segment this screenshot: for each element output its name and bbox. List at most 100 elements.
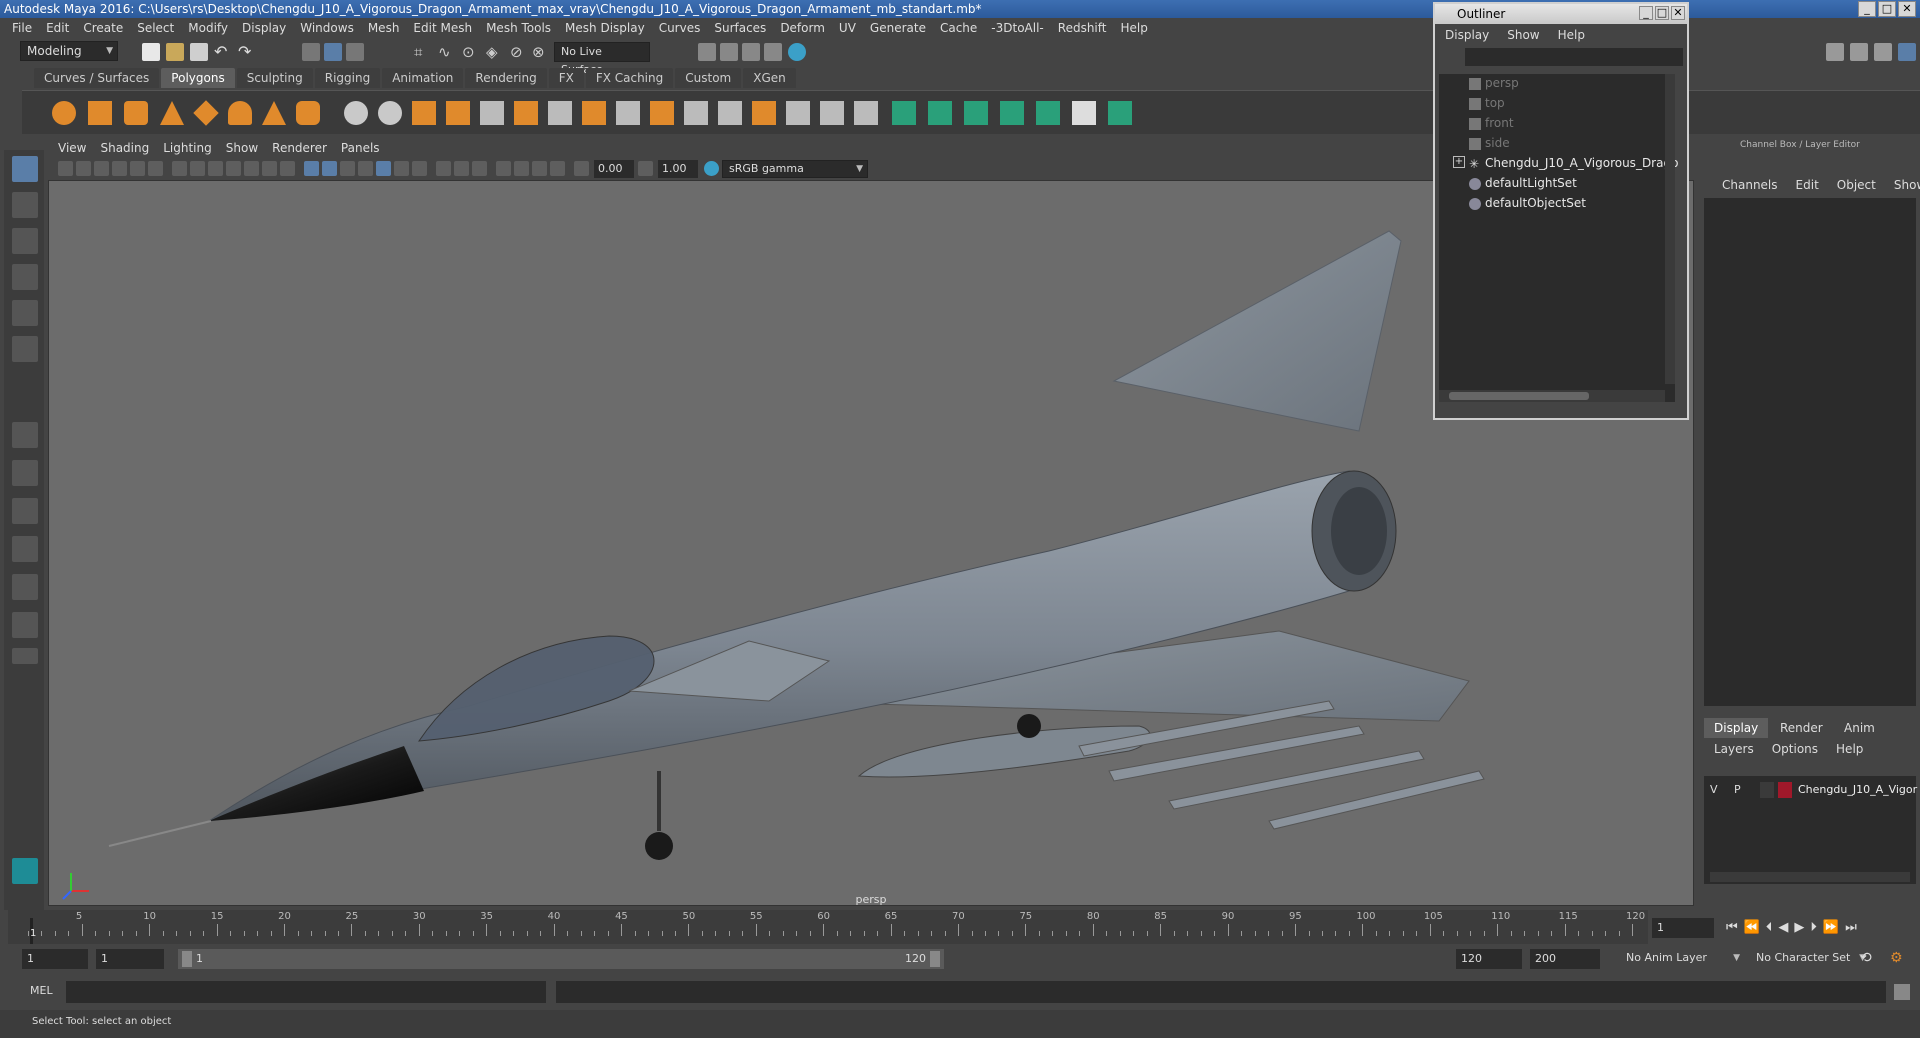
exposure-icon[interactable] <box>574 161 589 176</box>
outliner-item-front[interactable]: front <box>1485 114 1514 132</box>
ambient-occlusion-icon[interactable] <box>412 161 427 176</box>
layer-scrollbar[interactable] <box>1710 872 1910 882</box>
menu-generate[interactable]: Generate <box>870 21 926 35</box>
outliner-search-input[interactable] <box>1465 48 1683 66</box>
xray-icon[interactable] <box>514 161 529 176</box>
play-backwards-icon[interactable]: ◀ <box>1778 920 1788 935</box>
channel-list[interactable] <box>1704 198 1916 706</box>
append-polygon-icon[interactable] <box>582 101 606 125</box>
insert-edge-loop-icon[interactable] <box>650 101 674 125</box>
mirror-icon[interactable] <box>412 101 436 125</box>
range-end-handle[interactable] <box>930 951 940 967</box>
tab-polygons[interactable]: Polygons <box>161 68 235 88</box>
outliner-item-model[interactable]: Chengdu_J10_A_Vigorous_Drago <box>1485 154 1678 172</box>
animation-preferences-icon[interactable]: ⚙ <box>1890 950 1903 966</box>
four-pane-layout-icon[interactable] <box>12 460 38 486</box>
layer-reference-toggle[interactable] <box>1760 782 1774 798</box>
step-back-frame-icon[interactable]: ⏴ <box>1766 920 1773 935</box>
outliner-minimize-button[interactable]: _ <box>1639 6 1653 20</box>
render-view-icon[interactable] <box>788 43 806 61</box>
tab-xgen[interactable]: XGen <box>743 68 796 88</box>
redo-icon[interactable]: ↷ <box>238 43 256 61</box>
extrude-icon[interactable] <box>514 101 538 125</box>
tab-sculpting[interactable]: Sculpting <box>236 68 313 88</box>
layer-visibility-toggle[interactable]: V <box>1710 782 1724 798</box>
outliner-menu-help[interactable]: Help <box>1558 28 1585 42</box>
exposure-field[interactable]: 0.00 <box>594 160 634 178</box>
grid-icon[interactable] <box>172 161 187 176</box>
snap-surface-icon[interactable]: ⊘ <box>510 43 528 61</box>
isolate-select-icon[interactable] <box>496 161 511 176</box>
character-set-dropdown[interactable]: No Character Set ▼ <box>1750 949 1870 969</box>
smooth-shade-icon[interactable] <box>322 161 337 176</box>
outliner-item-top[interactable]: top <box>1485 94 1505 112</box>
image-plane-icon[interactable] <box>112 161 127 176</box>
poly-cube-icon[interactable] <box>88 101 112 125</box>
mode-dropdown[interactable]: Modeling ▼ <box>20 41 118 61</box>
menu-select[interactable]: Select <box>137 21 174 35</box>
poly-torus-icon[interactable] <box>228 101 252 125</box>
checker-icon[interactable] <box>1072 101 1096 125</box>
tab-fx[interactable]: FX <box>548 68 584 88</box>
scale-tool-icon[interactable] <box>12 336 38 362</box>
menu-curves[interactable]: Curves <box>659 21 701 35</box>
cb-menu-edit[interactable]: Edit <box>1796 178 1819 192</box>
graph-layout-icon[interactable] <box>12 574 38 600</box>
vp-menu-lighting[interactable]: Lighting <box>163 141 212 155</box>
play-forwards-icon[interactable]: ▶ <box>1794 920 1804 935</box>
layer-menu-layers[interactable]: Layers <box>1714 742 1754 756</box>
wireframe-on-shaded-icon[interactable] <box>340 161 355 176</box>
cb-menu-channels[interactable]: Channels <box>1722 178 1778 192</box>
poly-cone-icon[interactable] <box>160 101 184 125</box>
motion-blur-icon[interactable] <box>436 161 451 176</box>
green-script-4-icon[interactable] <box>1000 101 1024 125</box>
quad-draw-icon[interactable] <box>718 101 742 125</box>
outliner-item-light-set[interactable]: defaultLightSet <box>1485 174 1577 192</box>
outliner-layout-icon[interactable] <box>12 536 38 562</box>
layer-playback-toggle[interactable]: P <box>1734 782 1748 798</box>
close-button[interactable]: ✕ <box>1898 1 1916 17</box>
outliner-maximize-button[interactable]: □ <box>1655 6 1669 20</box>
playback-start-field[interactable]: 1 <box>96 949 164 969</box>
textured-icon[interactable] <box>358 161 373 176</box>
outliner-item-persp[interactable]: persp <box>1485 74 1519 92</box>
safe-title-icon[interactable] <box>280 161 295 176</box>
green-script-5-icon[interactable] <box>1036 101 1060 125</box>
snap-grid-icon[interactable]: ⌗ <box>414 43 432 61</box>
film-gate-icon[interactable] <box>190 161 205 176</box>
outliner-item-side[interactable]: side <box>1485 134 1510 152</box>
command-language-label[interactable]: MEL <box>30 984 53 997</box>
bookmark-icon[interactable] <box>94 161 109 176</box>
single-pane-layout-icon[interactable] <box>12 422 38 448</box>
multi-cut-icon[interactable] <box>616 101 640 125</box>
outliner-menu-show[interactable]: Show <box>1507 28 1539 42</box>
channel-box-toggle-icon[interactable] <box>1898 43 1916 61</box>
animation-end-field[interactable]: 200 <box>1530 949 1600 969</box>
multisample-icon[interactable] <box>454 161 469 176</box>
poly-plane-icon[interactable] <box>193 100 219 126</box>
menu-modify[interactable]: Modify <box>188 21 228 35</box>
use-all-lights-icon[interactable] <box>376 161 391 176</box>
select-object-icon[interactable] <box>324 43 342 61</box>
xray-joints-icon[interactable] <box>532 161 547 176</box>
layer-name[interactable]: Chengdu_J10_A_Vigor <box>1798 782 1917 798</box>
playback-end-field[interactable]: 120 <box>1456 949 1522 969</box>
step-back-key-icon[interactable]: ⏪ <box>1744 920 1760 935</box>
green-script-1-icon[interactable] <box>892 101 916 125</box>
minimize-button[interactable]: _ <box>1858 1 1876 17</box>
move-tool-icon[interactable] <box>12 264 38 290</box>
save-scene-icon[interactable] <box>190 43 208 61</box>
tab-curves-surfaces[interactable]: Curves / Surfaces <box>34 68 160 88</box>
grease-pencil-icon[interactable] <box>148 161 163 176</box>
automatic-map-icon[interactable] <box>820 101 844 125</box>
shadows-icon[interactable] <box>394 161 409 176</box>
safe-action-icon[interactable] <box>262 161 277 176</box>
camera-attributes-icon[interactable] <box>76 161 91 176</box>
menu-create[interactable]: Create <box>83 21 123 35</box>
outliner-horizontal-scrollbar[interactable] <box>1439 390 1665 402</box>
layer-menu-help[interactable]: Help <box>1836 742 1863 756</box>
render-frame-icon[interactable] <box>698 43 716 61</box>
menu-mesh-display[interactable]: Mesh Display <box>565 21 645 35</box>
outliner-item-object-set[interactable]: defaultObjectSet <box>1485 194 1586 212</box>
current-frame-field[interactable]: 1 <box>1652 918 1714 938</box>
